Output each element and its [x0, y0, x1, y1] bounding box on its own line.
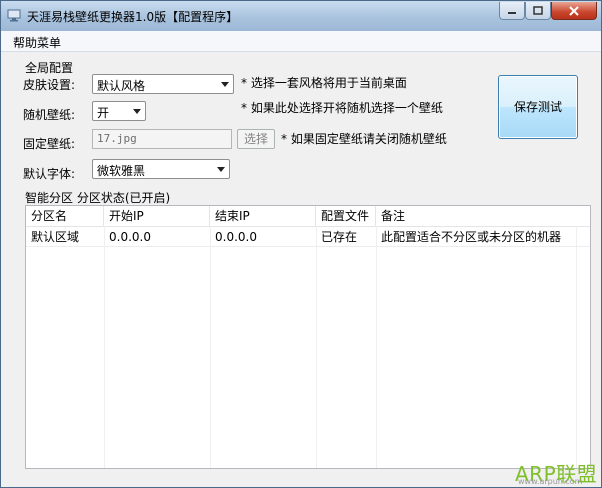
choose-button[interactable]: 选择 [237, 129, 275, 149]
maximize-button[interactable] [525, 2, 551, 20]
random-wallpaper-label: 随机壁纸: [23, 108, 76, 122]
skin-label: 皮肤设置: [23, 78, 76, 92]
window-title: 天涯易栈壁纸更换器1.0版【配置程序】 [27, 10, 239, 24]
skin-note: * 选择一套风格将用于当前桌面 [241, 76, 407, 90]
list-header: 分区名 开始IP 结束IP 配置文件 备注 [26, 206, 590, 227]
menu-help[interactable]: 帮助菜单 [13, 34, 61, 51]
cell-end-ip: 0.0.0.0 [215, 230, 257, 244]
cell-config-file: 已存在 [321, 230, 358, 244]
default-font-select[interactable]: 微软雅黑 [92, 159, 230, 179]
random-wallpaper-note: * 如果此处选择开将随机选择一个壁纸 [241, 101, 443, 115]
column-divider [104, 226, 105, 468]
app-window: 天涯易栈壁纸更换器1.0版【配置程序】 帮助菜单 全局配置 皮肤设置: 默认风格… [0, 0, 602, 488]
partition-title: 智能分区 分区状态(已开启) [25, 191, 171, 205]
column-header-start-ip[interactable]: 开始IP [104, 206, 210, 226]
fixed-wallpaper-value: 17.jpg [97, 132, 137, 145]
chevron-down-icon [221, 82, 229, 87]
close-icon [569, 5, 579, 16]
chevron-down-icon [217, 167, 225, 172]
column-divider [576, 226, 577, 468]
skin-select[interactable]: 默认风格 [92, 74, 234, 94]
title-bar[interactable]: 天涯易栈壁纸更换器1.0版【配置程序】 [1, 1, 601, 31]
fixed-wallpaper-label: 固定壁纸: [23, 137, 76, 151]
app-icon [7, 9, 21, 22]
cell-start-ip: 0.0.0.0 [109, 230, 151, 244]
chevron-down-icon [133, 109, 141, 114]
random-wallpaper-value: 开 [97, 106, 110, 120]
random-wallpaper-select[interactable]: 开 [92, 101, 146, 121]
minimize-button[interactable] [499, 2, 525, 20]
minimize-icon [508, 11, 516, 14]
column-divider [316, 226, 317, 468]
column-divider [376, 226, 377, 468]
default-font-label: 默认字体: [23, 167, 76, 181]
cell-remark: 此配置适合不分区或未分区的机器 [381, 230, 562, 244]
cell-partition-name: 默认区域 [31, 230, 80, 244]
fixed-wallpaper-field[interactable]: 17.jpg [92, 129, 232, 149]
partition-list[interactable]: 分区名 开始IP 结束IP 配置文件 备注 默认区域 0.0.0.0 0.0.0… [25, 205, 591, 469]
skin-select-value: 默认风格 [97, 79, 146, 93]
column-header-partition-name[interactable]: 分区名 [26, 206, 104, 226]
fixed-wallpaper-note: * 如果固定壁纸请关闭随机壁纸 [281, 132, 447, 146]
menu-bar: 帮助菜单 [1, 31, 601, 52]
save-test-button[interactable]: 保存测试 [498, 75, 578, 139]
maximize-icon [533, 6, 543, 15]
column-header-end-ip[interactable]: 结束IP [210, 206, 316, 226]
column-header-config-file[interactable]: 配置文件 [316, 206, 376, 226]
column-header-remark[interactable]: 备注 [376, 206, 576, 226]
table-row[interactable]: 默认区域 0.0.0.0 0.0.0.0 已存在 此配置适合不分区或未分区的机器 [26, 228, 590, 247]
default-font-value: 微软雅黑 [97, 164, 146, 178]
watermark-url: www.arpun.com [518, 477, 583, 486]
global-config-title: 全局配置 [25, 61, 74, 75]
column-divider [210, 226, 211, 468]
close-button[interactable] [551, 2, 597, 20]
